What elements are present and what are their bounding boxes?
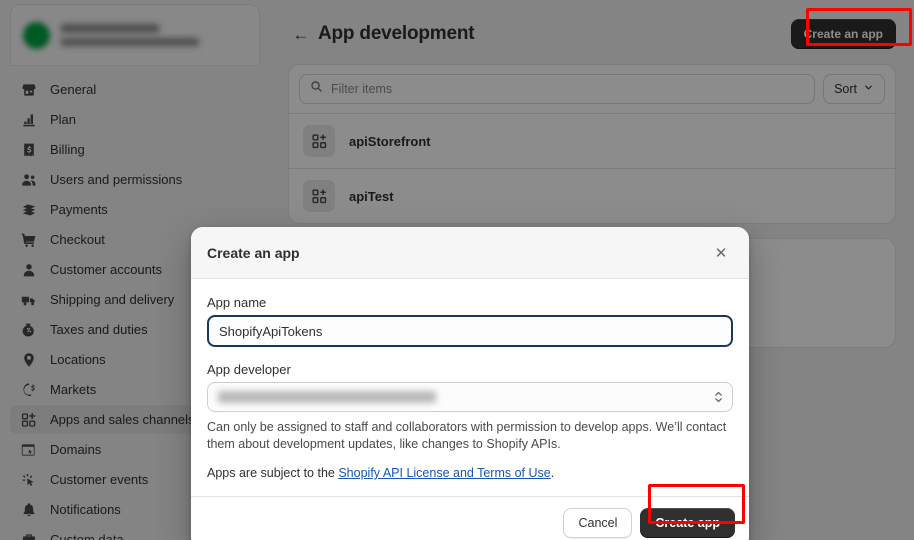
- cancel-button[interactable]: Cancel: [563, 508, 633, 538]
- terms-suffix: .: [550, 466, 555, 480]
- app-developer-select[interactable]: [207, 382, 733, 412]
- app-developer-label: App developer: [207, 362, 291, 377]
- app-developer-value-redacted: [218, 391, 436, 403]
- app-name-input[interactable]: [207, 315, 733, 347]
- modal-footer: Cancel Create app: [191, 496, 749, 540]
- terms-prefix: Apps are subject to the: [207, 466, 339, 480]
- select-chevron-updown-icon: [714, 390, 723, 405]
- modal-header: Create an app ✕: [191, 227, 749, 279]
- create-an-app-modal: Create an app ✕ App name App developer C…: [191, 227, 749, 540]
- close-icon[interactable]: ✕: [709, 241, 733, 265]
- terms-text: Apps are subject to the Shopify API Lice…: [207, 465, 733, 482]
- field-spacer: [207, 347, 733, 362]
- app-name-label: App name: [207, 295, 267, 310]
- terms-link[interactable]: Shopify API License and Terms of Use: [338, 466, 550, 480]
- app-root: General Plan Billing Users and permissio…: [0, 0, 914, 540]
- create-app-button[interactable]: Create app: [640, 508, 735, 538]
- modal-title: Create an app: [207, 245, 300, 261]
- modal-body: App name App developer Can only be assig…: [191, 279, 749, 496]
- app-developer-helper-text: Can only be assigned to staff and collab…: [207, 420, 727, 451]
